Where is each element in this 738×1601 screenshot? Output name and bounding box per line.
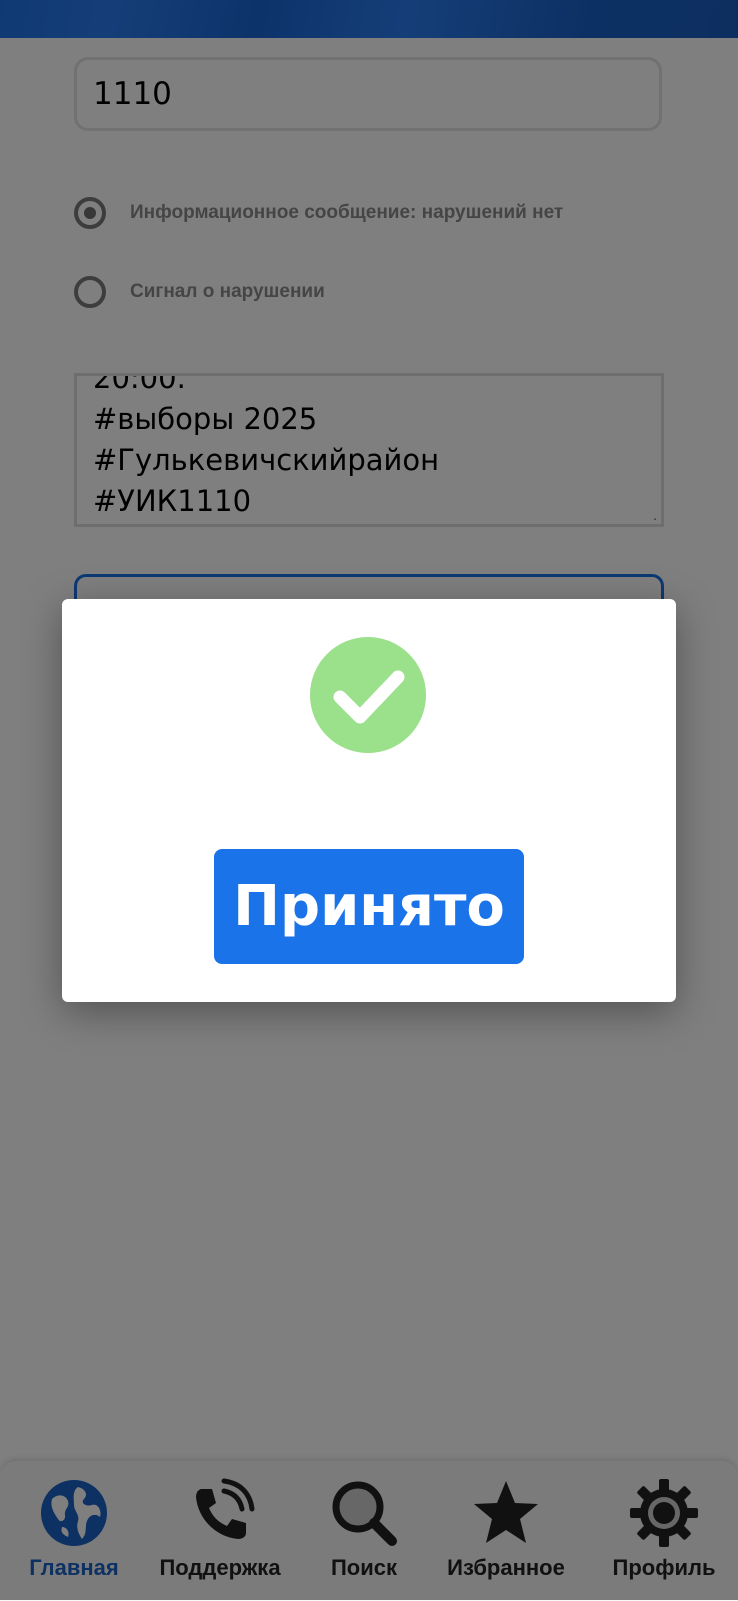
accept-button[interactable]: Принято <box>214 849 524 964</box>
check-circle-icon <box>310 637 426 753</box>
success-dialog: Принято <box>62 599 676 1002</box>
